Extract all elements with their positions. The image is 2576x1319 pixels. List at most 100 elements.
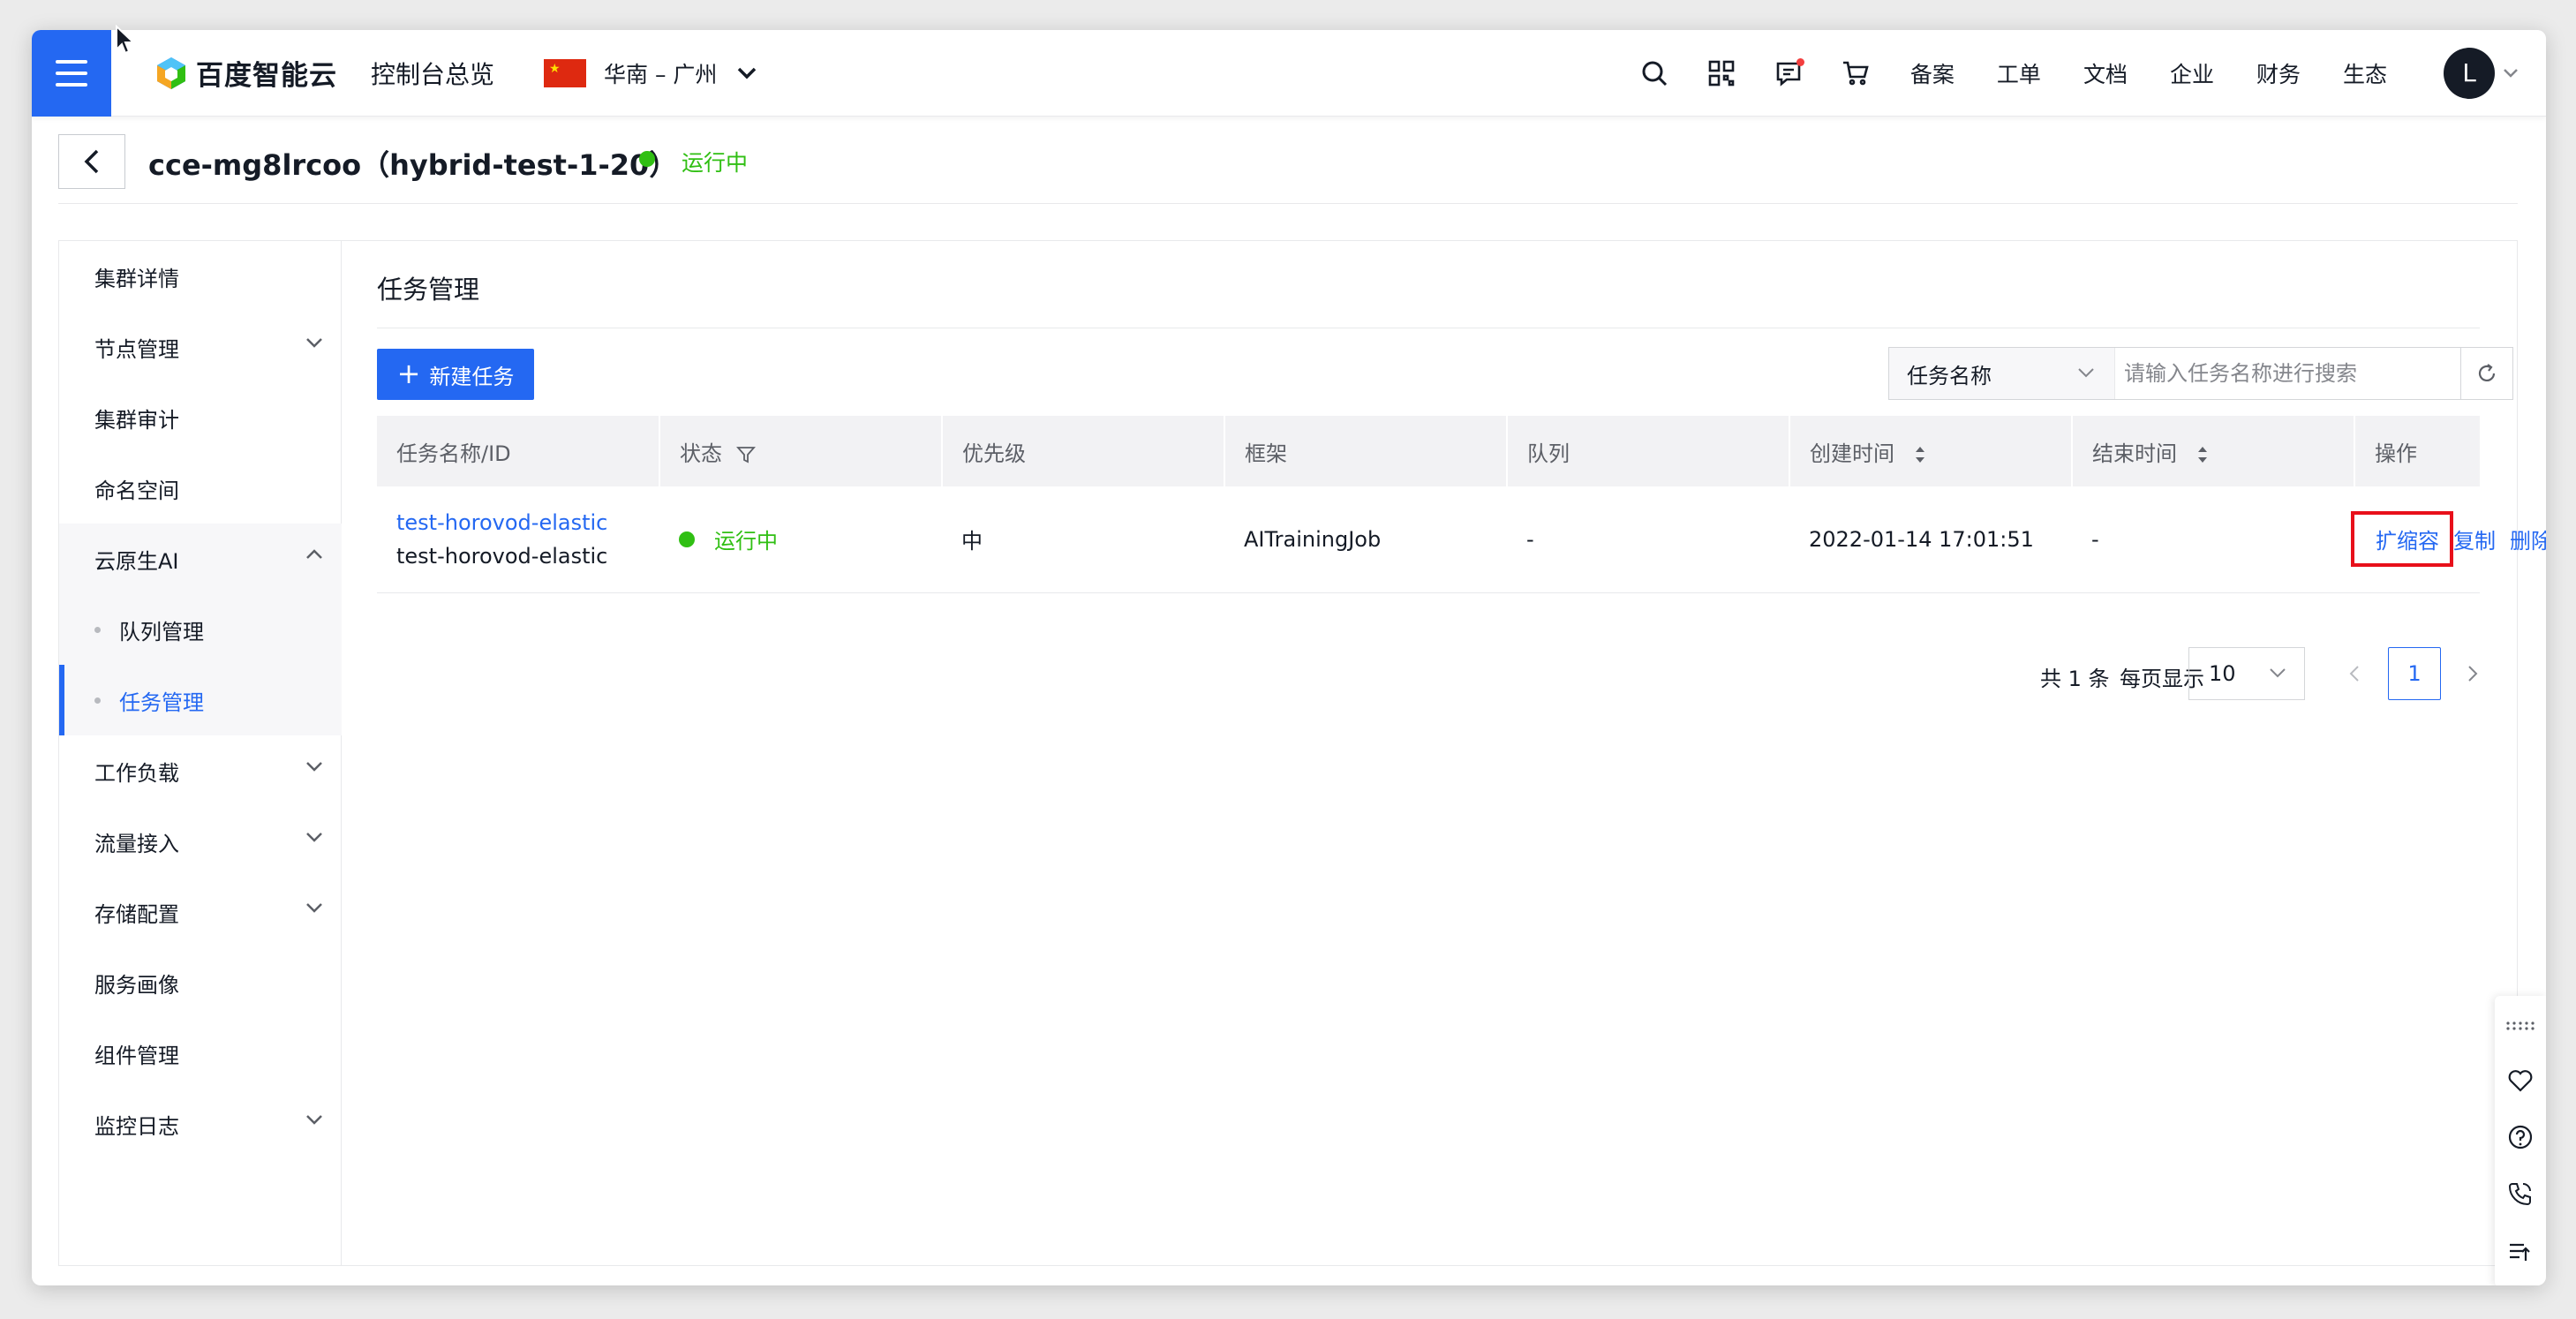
refresh-icon <box>2478 364 2496 381</box>
sidebar-item-component-management[interactable]: 组件管理 <box>59 1018 342 1089</box>
cell-status: 运行中 <box>659 486 942 593</box>
task-name-link[interactable]: test-horovod-elastic <box>396 506 659 539</box>
chevron-down-icon <box>738 67 757 79</box>
previous-page-button[interactable] <box>2340 660 2369 688</box>
column-header-priority: 优先级 <box>942 416 1225 486</box>
qrcode-icon[interactable] <box>1704 56 1739 91</box>
drag-handle-icon[interactable] <box>2495 1001 2546 1051</box>
bullet-icon <box>94 627 101 633</box>
scale-action-link[interactable]: 扩缩容 <box>2351 511 2453 568</box>
page-size-select[interactable]: 10 <box>2188 647 2305 700</box>
back-to-top-icon[interactable] <box>2495 1227 2546 1277</box>
chevron-down-icon <box>306 903 322 913</box>
nav-link-docs[interactable]: 文档 <box>2083 57 2128 89</box>
sort-icon[interactable] <box>1914 444 1926 465</box>
message-icon[interactable] <box>1771 56 1806 91</box>
help-icon[interactable] <box>2495 1112 2546 1162</box>
new-task-button-label: 新建任务 <box>429 364 515 389</box>
search-bar: 任务名称 <box>1888 347 2506 400</box>
baidu-cloud-logo[interactable]: 百度智能云 <box>154 53 337 93</box>
sidebar-item-cluster-details[interactable]: 集群详情 <box>59 241 342 312</box>
new-task-button[interactable]: + 新建任务 <box>377 349 534 400</box>
column-header-label: 队列 <box>1527 441 1570 466</box>
active-indicator <box>59 665 64 735</box>
search-input[interactable] <box>2115 348 2458 399</box>
column-header-queue: 队列 <box>1507 416 1790 486</box>
sidebar-item-label: 集群审计 <box>94 407 179 433</box>
sidebar-item-workload[interactable]: 工作负载 <box>59 735 342 806</box>
favorite-icon[interactable] <box>2495 1056 2546 1105</box>
sidebar-item-service-portrait[interactable]: 服务画像 <box>59 947 342 1018</box>
sidebar-item-cluster-audit[interactable]: 集群审计 <box>59 382 342 453</box>
copy-action-link[interactable]: 复制 <box>2453 529 2496 554</box>
sidebar-item-label: 集群详情 <box>94 266 179 291</box>
sidebar-item-cloud-native-ai[interactable]: 云原生AI <box>59 524 342 594</box>
chevron-left-icon <box>2349 666 2359 682</box>
page-title: cce-mg8lrcoo（hybrid-test-1-20） <box>148 148 678 182</box>
sidebar-item-label: 云原生AI <box>94 548 179 574</box>
mouse-cursor-icon <box>116 25 136 55</box>
sidebar-item-traffic-ingress[interactable]: 流量接入 <box>59 806 342 877</box>
sidebar-item-node-management[interactable]: 节点管理 <box>59 312 342 382</box>
task-management-content: 任务管理 + 新建任务 任务名称 请输入任务名称进行搜索 任务名称/ID 状态 … <box>342 241 2546 1265</box>
sidebar-item-label: 命名空间 <box>94 478 179 503</box>
back-button[interactable] <box>58 134 125 189</box>
chevron-down-icon <box>306 833 322 842</box>
column-header-created[interactable]: 创建时间 <box>1789 416 2073 486</box>
table-header-row: 任务名称/ID 状态 优先级 框架 队列 创建时间 结束时间 操作 <box>377 416 2480 486</box>
console-home-link[interactable]: 控制台总览 <box>371 56 494 91</box>
search-icon[interactable] <box>1637 56 1672 91</box>
sidebar-item-storage-config[interactable]: 存储配置 <box>59 877 342 947</box>
page-number-button[interactable]: 1 <box>2388 647 2441 700</box>
sidebar-item-label: 任务管理 <box>119 690 204 715</box>
delete-action-link[interactable]: 删除 <box>2510 529 2546 554</box>
header-divider <box>58 203 2518 204</box>
plus-icon: + <box>396 356 421 390</box>
cell-created-time: 2022-01-14 17:01:51 <box>1789 486 2072 593</box>
sidebar-item-queue-management[interactable]: 队列管理 <box>59 594 342 665</box>
nav-link-ecosystem[interactable]: 生态 <box>2343 57 2387 89</box>
table-row: test-horovod-elastic test-horovod-elasti… <box>377 486 2546 593</box>
sidebar-item-label: 存储配置 <box>94 901 179 927</box>
nav-link-finance[interactable]: 财务 <box>2256 57 2301 89</box>
sort-icon[interactable] <box>2196 444 2209 465</box>
column-header-label: 优先级 <box>962 441 1026 466</box>
pagination-total: 共 1 条 <box>2040 667 2110 691</box>
region-selector[interactable]: ★ 华南 – 广州 <box>544 57 757 89</box>
cell-queue: - <box>1507 486 1789 593</box>
refresh-button[interactable] <box>2460 347 2513 400</box>
nav-link-enterprise[interactable]: 企业 <box>2170 57 2214 89</box>
sidebar: 集群详情 节点管理 集群审计 命名空间 云原生AI 队列管理 任务管理 工作负载… <box>59 241 342 1265</box>
region-label: 华南 – 广州 <box>604 61 718 87</box>
column-header-ended[interactable]: 结束时间 <box>2072 416 2355 486</box>
nav-link-beian[interactable]: 备案 <box>1910 57 1955 89</box>
cell-priority: 中 <box>942 486 1224 593</box>
sidebar-item-monitoring-logs[interactable]: 监控日志 <box>59 1089 342 1159</box>
nav-link-ticket[interactable]: 工单 <box>1997 57 2041 89</box>
phone-icon[interactable] <box>2495 1169 2546 1218</box>
cell-ended-time: - <box>2072 486 2354 593</box>
cart-icon[interactable] <box>1838 56 1873 91</box>
chevron-down-icon <box>2270 668 2286 678</box>
chevron-down-icon <box>306 338 322 348</box>
sidebar-item-label: 节点管理 <box>94 336 179 362</box>
sidebar-item-task-management[interactable]: 任务管理 <box>59 665 342 735</box>
column-header-actions: 操作 <box>2354 416 2480 486</box>
column-header-label: 框架 <box>1245 441 1287 466</box>
task-id: test-horovod-elastic <box>396 543 608 569</box>
column-header-label: 操作 <box>2375 441 2417 466</box>
sidebar-item-namespace[interactable]: 命名空间 <box>59 453 342 524</box>
chevron-down-icon[interactable] <box>2502 67 2520 79</box>
hamburger-menu-button[interactable] <box>32 30 111 117</box>
chevron-right-icon <box>2468 666 2478 682</box>
search-field-select[interactable]: 任务名称 <box>1889 348 2115 399</box>
sidebar-item-label: 工作负载 <box>94 760 179 786</box>
console-window: 百度智能云 控制台总览 ★ 华南 – 广州 备案 工单 文档 企业 财务 生态 … <box>32 30 2546 1285</box>
floating-toolbar <box>2495 996 2546 1285</box>
filter-icon[interactable] <box>735 445 756 464</box>
avatar[interactable]: L <box>2444 47 2495 99</box>
china-flag-icon: ★ <box>544 58 587 87</box>
bullet-icon <box>94 697 101 704</box>
section-title: 任务管理 <box>377 275 480 305</box>
next-page-button[interactable] <box>2459 660 2487 688</box>
